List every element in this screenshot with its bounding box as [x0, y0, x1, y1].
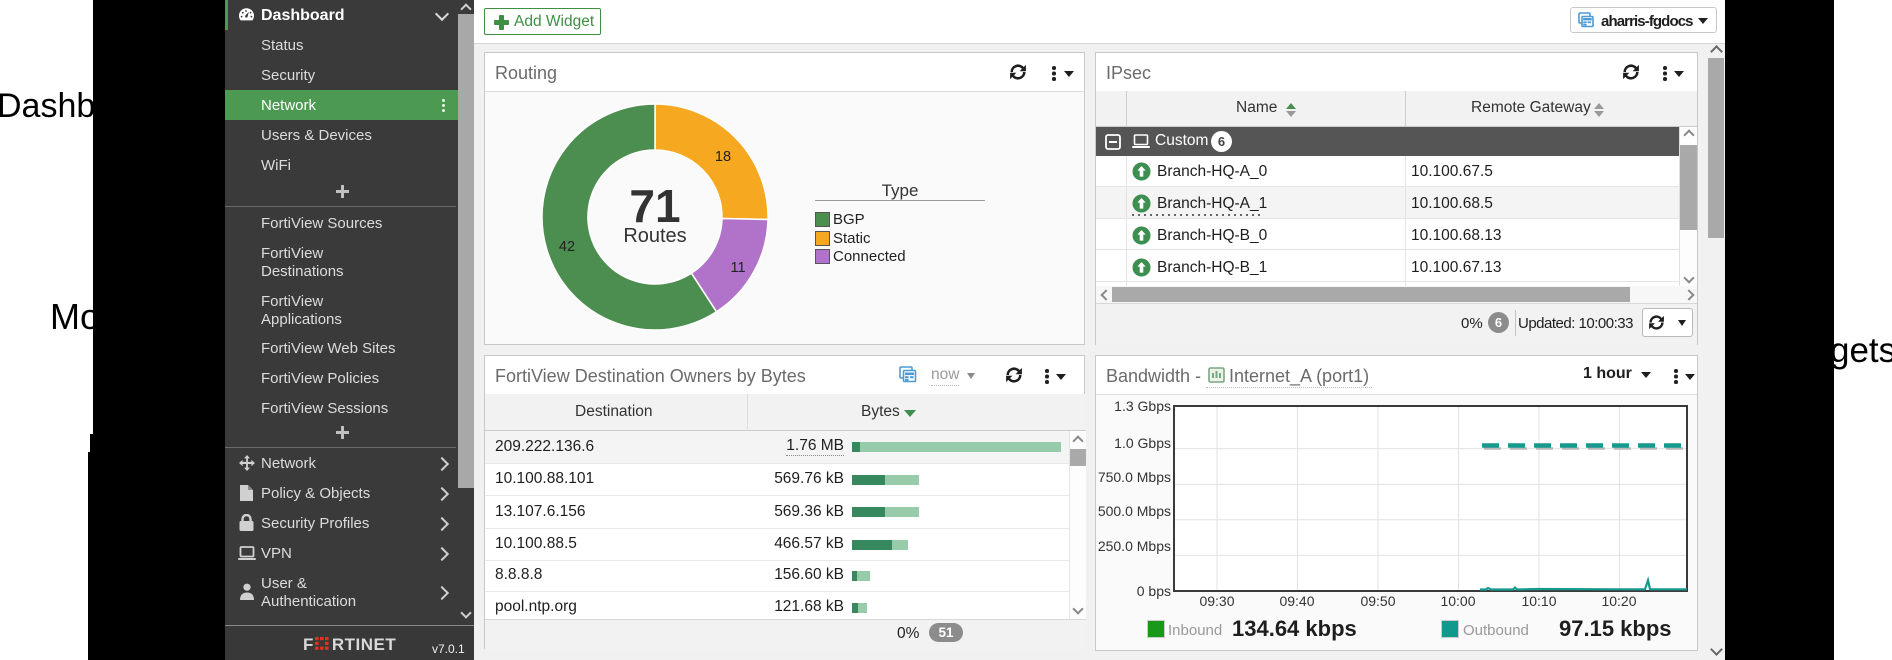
- svg-text:18: 18: [715, 149, 731, 165]
- svg-text:42: 42: [559, 239, 575, 255]
- svg-text:11: 11: [730, 260, 745, 276]
- svg-text:Routes: Routes: [623, 225, 686, 247]
